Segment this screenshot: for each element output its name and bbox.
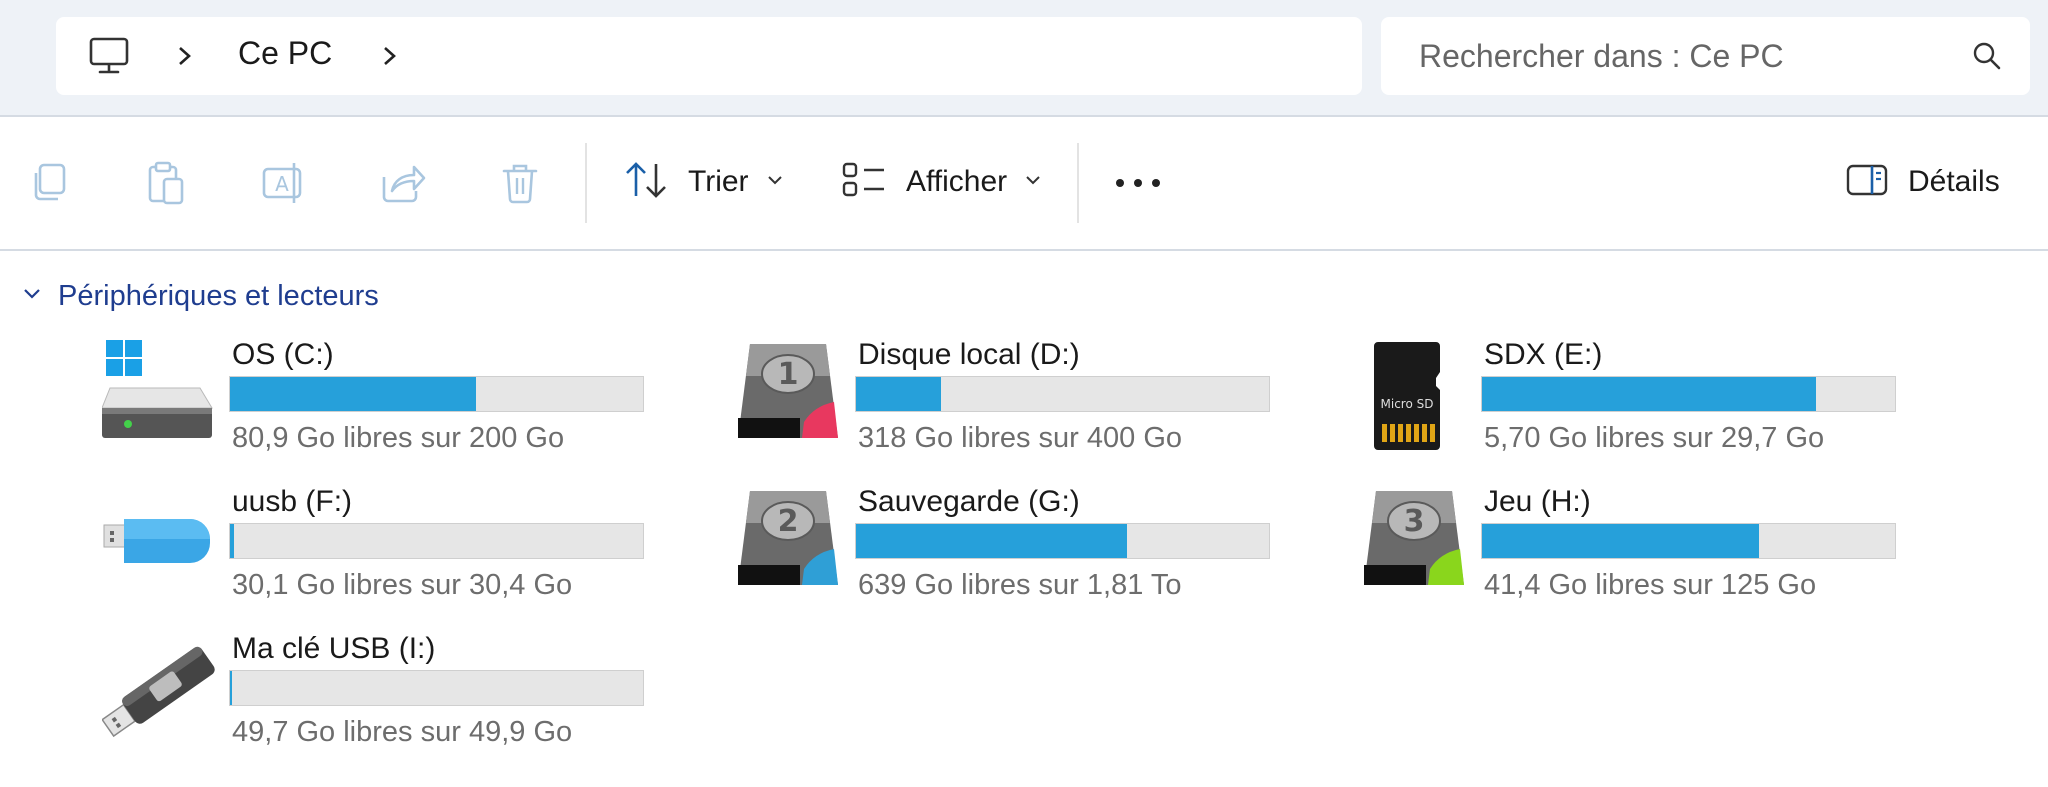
drive-usage-fill bbox=[230, 377, 476, 411]
drive-item[interactable]: 3 Jeu (H:) 41,4 Go libres sur 125 Go bbox=[1354, 483, 1954, 613]
drive-item[interactable]: uusb (F:) 30,1 Go libres sur 30,4 Go bbox=[102, 483, 702, 613]
usb-stick-blue-icon bbox=[102, 483, 222, 603]
drive-item[interactable]: 2 Sauvegarde (G:) 639 Go libres sur 1,81… bbox=[728, 483, 1328, 613]
usb-key-icon bbox=[101, 630, 222, 750]
section-title: Périphériques et lecteurs bbox=[58, 279, 379, 312]
drive-name: Jeu (H:) bbox=[1484, 485, 1591, 518]
microsd-icon: Micro SD bbox=[1354, 336, 1474, 456]
drive-name: Ma clé USB (I:) bbox=[232, 632, 436, 665]
title-bar: Ce PC bbox=[0, 0, 2048, 117]
command-bar: A Trier Afficher Détails bbox=[0, 117, 2048, 251]
drive-free-space: 639 Go libres sur 1,81 To bbox=[858, 569, 1182, 601]
svg-text:2: 2 bbox=[778, 504, 799, 539]
chevron-down-icon bbox=[767, 173, 783, 191]
hdd-3-icon: 3 bbox=[1354, 483, 1474, 603]
drive-free-space: 41,4 Go libres sur 125 Go bbox=[1484, 569, 1817, 601]
drive-free-space: 30,1 Go libres sur 30,4 Go bbox=[232, 569, 573, 601]
rename-icon[interactable]: A bbox=[260, 159, 308, 207]
drive-free-space: 80,9 Go libres sur 200 Go bbox=[232, 422, 565, 454]
toolbar-divider bbox=[585, 143, 587, 223]
copy-icon[interactable] bbox=[26, 159, 74, 207]
delete-icon[interactable] bbox=[496, 159, 544, 207]
drive-usage-fill bbox=[856, 377, 941, 411]
breadcrumb-chevron-icon[interactable] bbox=[174, 39, 196, 73]
drive-free-space: 49,7 Go libres sur 49,9 Go bbox=[232, 716, 573, 748]
drive-usage-bar bbox=[1481, 376, 1896, 412]
breadcrumb-this-pc[interactable]: Ce PC bbox=[238, 35, 332, 72]
drive-usage-fill bbox=[230, 671, 232, 705]
computer-icon[interactable] bbox=[88, 35, 130, 77]
drive-usage-bar bbox=[1481, 523, 1896, 559]
view-label: Afficher bbox=[906, 165, 1008, 198]
sort-label: Trier bbox=[688, 165, 749, 198]
drive-free-space: 5,70 Go libres sur 29,7 Go bbox=[1484, 422, 1825, 454]
toolbar-divider bbox=[1077, 143, 1079, 223]
drive-name: OS (C:) bbox=[232, 338, 334, 371]
drive-usage-fill bbox=[856, 524, 1127, 558]
drive-usage-bar bbox=[229, 523, 644, 559]
drive-name: Disque local (D:) bbox=[858, 338, 1080, 371]
drive-name: Sauvegarde (G:) bbox=[858, 485, 1080, 518]
address-bar[interactable]: Ce PC bbox=[56, 17, 1362, 95]
search-box[interactable] bbox=[1381, 17, 2030, 95]
breadcrumb-chevron-icon[interactable] bbox=[379, 39, 401, 73]
microsd-label: Micro SD bbox=[1381, 397, 1434, 411]
details-pane-icon bbox=[1846, 163, 1888, 202]
details-label: Détails bbox=[1908, 165, 2000, 198]
drive-usage-bar bbox=[855, 523, 1270, 559]
drive-item[interactable]: Ma clé USB (I:) 49,7 Go libres sur 49,9 … bbox=[101, 630, 702, 760]
details-pane-button[interactable]: Détails bbox=[1846, 147, 2000, 217]
hdd-1-icon: 1 bbox=[728, 336, 848, 456]
drive-usage-fill bbox=[1482, 377, 1816, 411]
drive-item[interactable]: 1 Disque local (D:) 318 Go libres sur 40… bbox=[728, 336, 1328, 466]
paste-icon[interactable] bbox=[142, 159, 190, 207]
drive-name: uusb (F:) bbox=[232, 485, 353, 518]
drive-usage-fill bbox=[230, 524, 235, 558]
view-list-icon bbox=[842, 160, 886, 205]
chevron-down-icon bbox=[1025, 173, 1041, 191]
search-input[interactable] bbox=[1417, 33, 1941, 79]
more-options-icon[interactable] bbox=[1108, 161, 1168, 205]
hdd-2-icon: 2 bbox=[728, 483, 848, 603]
drive-name: SDX (E:) bbox=[1484, 338, 1603, 371]
svg-text:A: A bbox=[275, 172, 289, 196]
drive-usage-bar bbox=[229, 376, 644, 412]
drive-item[interactable]: OS (C:) 80,9 Go libres sur 200 Go bbox=[101, 336, 702, 466]
drive-usage-bar bbox=[229, 670, 644, 706]
share-icon[interactable] bbox=[378, 159, 426, 207]
sort-icon bbox=[624, 160, 668, 205]
chevron-down-icon[interactable] bbox=[22, 287, 42, 306]
devices-section-header[interactable]: Périphériques et lecteurs bbox=[22, 276, 379, 316]
svg-text:3: 3 bbox=[1404, 504, 1425, 539]
drive-free-space: 318 Go libres sur 400 Go bbox=[858, 422, 1183, 454]
drive-item[interactable]: Micro SD SDX (E:) 5,70 Go libres sur 29,… bbox=[1354, 336, 1954, 466]
sort-button[interactable]: Trier bbox=[624, 147, 783, 217]
drive-usage-fill bbox=[1482, 524, 1759, 558]
search-icon[interactable] bbox=[1970, 39, 2004, 73]
view-button[interactable]: Afficher bbox=[842, 147, 1041, 217]
drive-usage-bar bbox=[855, 376, 1270, 412]
windows-drive-icon bbox=[101, 336, 222, 456]
svg-text:1: 1 bbox=[778, 357, 799, 392]
